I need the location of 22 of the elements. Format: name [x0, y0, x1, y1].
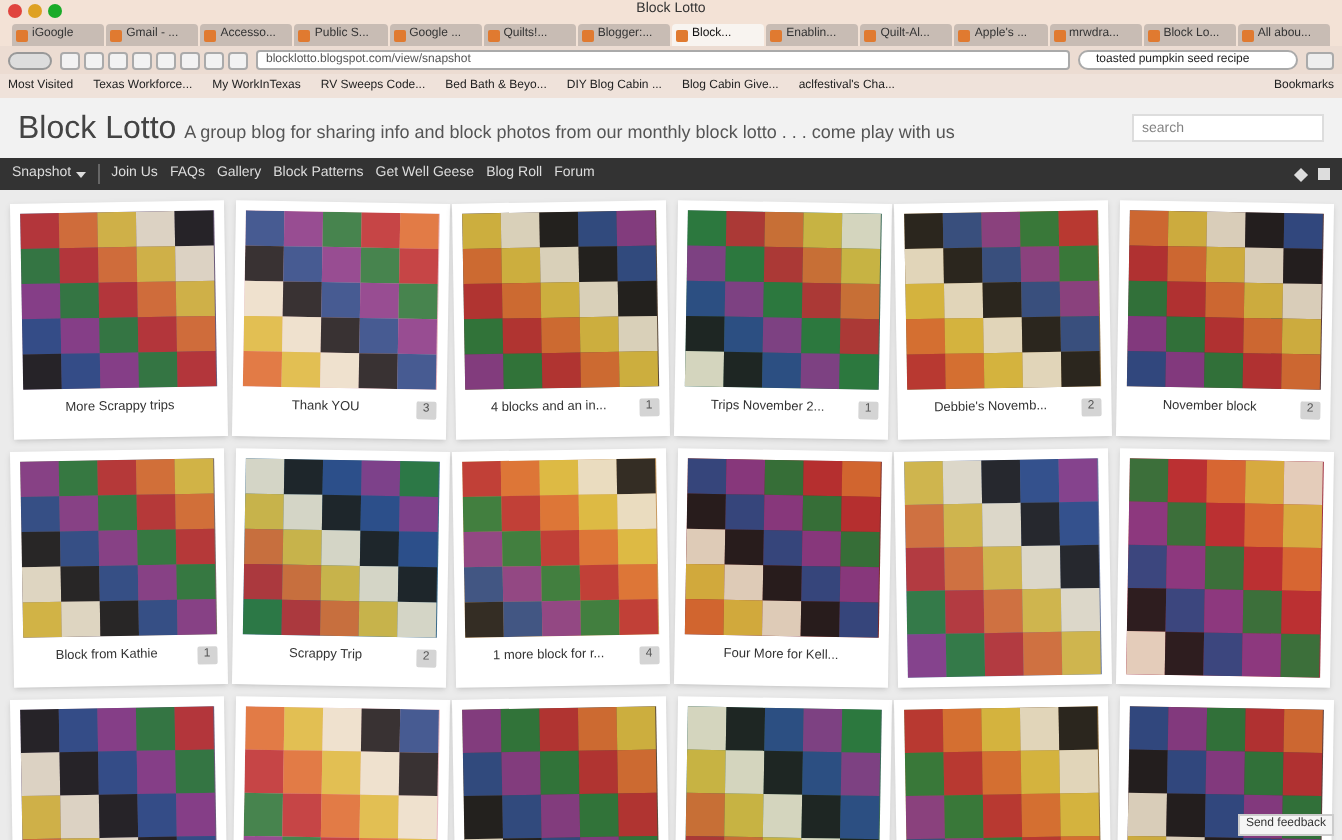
- zoom-window-icon[interactable]: [48, 4, 62, 18]
- blog-description: A group blog for sharing info and block photos from our monthly block lotto . . . come play with us: [184, 119, 955, 146]
- favicon-icon: [110, 29, 123, 41]
- favicon-icon: [487, 29, 500, 41]
- favicon-icon: [675, 29, 688, 41]
- favicon-icon: [393, 29, 406, 41]
- favicon-icon: [1053, 29, 1066, 41]
- favicon-icon: [1241, 29, 1254, 41]
- favicon-icon: [864, 29, 877, 41]
- post-card[interactable]: [1114, 448, 1333, 688]
- favicon-icon: [204, 29, 217, 41]
- favicon-icon: [958, 29, 971, 41]
- blog-title: Block Lotto: [18, 114, 177, 146]
- favicon-icon: [298, 29, 311, 41]
- caret-icon: [75, 171, 86, 177]
- favicon-icon: [770, 29, 783, 41]
- minimize-window-icon[interactable]: [28, 4, 42, 18]
- favicon-icon: [1147, 29, 1160, 41]
- close-window-icon[interactable]: [8, 4, 22, 18]
- post-card[interactable]: [893, 448, 1112, 688]
- favicon-icon: [581, 29, 594, 41]
- favicon-icon: [16, 29, 28, 41]
